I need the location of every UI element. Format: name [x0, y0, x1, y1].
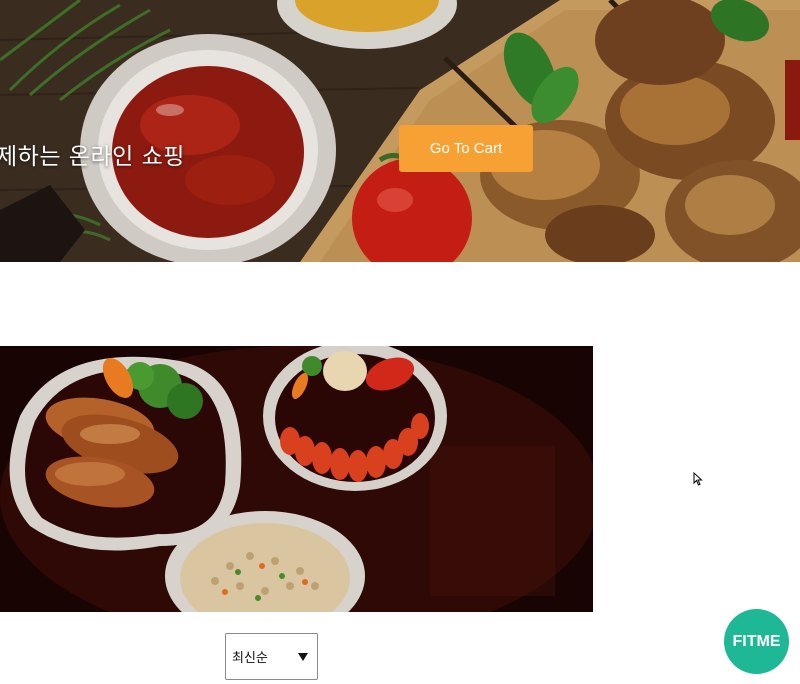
- mouse-cursor-icon: [693, 472, 703, 486]
- sort-selected-value: 최신순: [232, 651, 268, 666]
- go-to-cart-button[interactable]: Go To Cart: [399, 125, 533, 172]
- fitme-floating-button[interactable]: FITME: [724, 609, 789, 674]
- sort-order-select[interactable]: 최신순: [225, 633, 318, 680]
- dropdown-arrow-icon: [298, 653, 308, 661]
- promo-food-art: [0, 346, 593, 612]
- page: 제하는 온라인 쇼핑 Go To Cart 최신순 FITME: [0, 0, 800, 684]
- hero-banner: 제하는 온라인 쇼핑 Go To Cart: [0, 0, 800, 262]
- hero-tagline: 제하는 온라인 쇼핑: [0, 144, 185, 170]
- promo-banner-image: [0, 346, 593, 612]
